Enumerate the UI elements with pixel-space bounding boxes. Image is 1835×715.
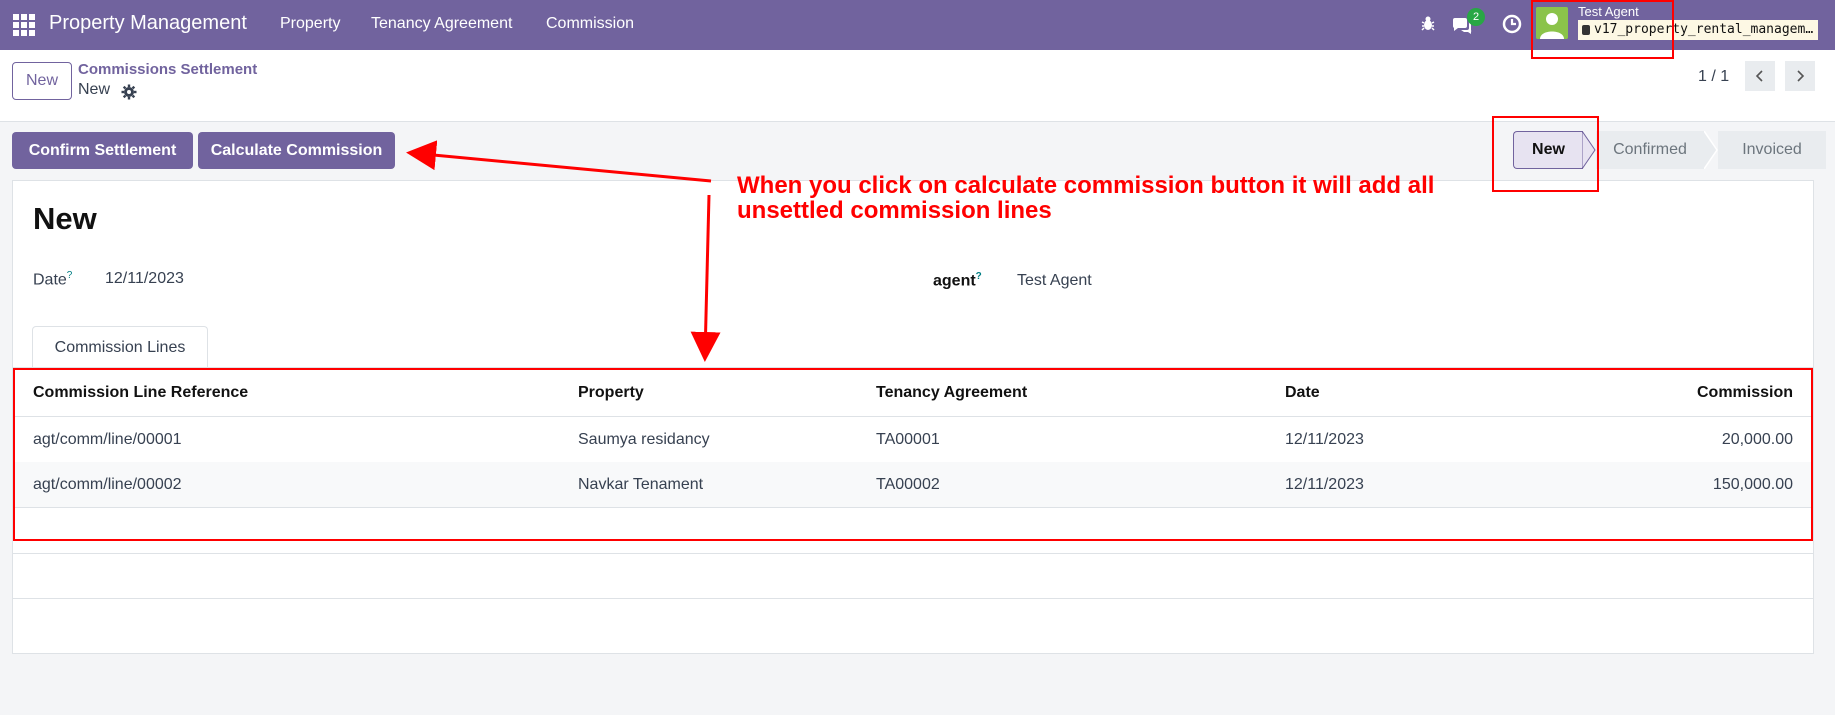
- arrow-to-commission-lines: [690, 194, 721, 362]
- annotation-callout: When you click on calculate commission b…: [737, 172, 1435, 224]
- arrow-to-calculate-button: [406, 140, 712, 183]
- annotation-arrows: [406, 140, 721, 362]
